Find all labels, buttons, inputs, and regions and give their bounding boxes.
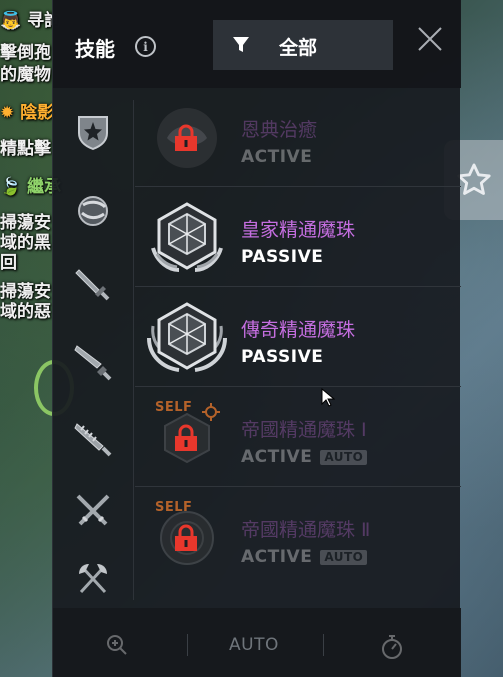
quest-text-line: 掃蕩安: [0, 213, 51, 233]
skill-type: PASSIVE: [241, 347, 324, 367]
shield-icon: [78, 116, 108, 151]
quest-text-line: 的魔物: [0, 65, 51, 85]
skill-name: 帝國精通魔珠 Ⅱ: [241, 519, 371, 541]
quest-text-line: 擊倒孢: [0, 43, 51, 63]
close-button[interactable]: [415, 24, 445, 54]
panel-title: 技能: [75, 37, 115, 61]
dagger-icon: [75, 269, 110, 301]
skill-name: 帝國精通魔珠 Ⅰ: [241, 419, 367, 441]
skill-type-label: ACTIVE: [241, 447, 313, 467]
quest-text-line: ✹ 陰影: [0, 103, 55, 123]
crossed-swords-icon: [76, 494, 110, 526]
stopwatch-icon[interactable]: [380, 634, 404, 660]
category-shield[interactable]: [73, 112, 113, 152]
quest-text-line: 域的惡: [0, 302, 51, 322]
filter-dropdown[interactable]: 全部: [213, 20, 393, 70]
skill-row[interactable]: 恩典治癒 ACTIVE: [135, 88, 461, 187]
serrated-blade-icon: [74, 423, 112, 457]
skill-type: ACTIVE AUTO: [241, 447, 368, 467]
skill-type-label: ACTIVE: [241, 547, 313, 567]
skill-type: ACTIVE AUTO: [241, 547, 368, 567]
panel-footer: AUTO: [53, 608, 461, 677]
sword-icon: [74, 345, 112, 381]
lock-icon: [175, 424, 197, 451]
skill-list: 恩典治癒 ACTIVE 皇家精通魔珠 PASSIVE 傳奇精通魔珠 PASSIV…: [135, 88, 461, 608]
auto-button[interactable]: AUTO: [229, 635, 279, 655]
footer-divider: [323, 634, 324, 656]
skill-name: 傳奇精通魔珠: [241, 319, 356, 341]
auto-badge: AUTO: [320, 449, 368, 465]
skill-panel: 技能 i 全部 恩典治癒 ACTIVE 皇家精通魔珠 PASSIVE 傳奇精通魔…: [52, 0, 461, 677]
close-icon: [418, 27, 442, 51]
category-crossed-axes[interactable]: [73, 558, 113, 598]
category-sword[interactable]: [73, 342, 113, 382]
quest-text-line: 回: [0, 253, 17, 273]
mastery-orb-icon: [147, 302, 227, 372]
quest-text-line: 掃蕩安: [0, 282, 51, 302]
skill-row[interactable]: 皇家精通魔珠 PASSIVE: [135, 188, 461, 287]
crossed-axes-icon: [79, 564, 107, 594]
category-orb[interactable]: [73, 191, 113, 231]
skill-row[interactable]: 傳奇精通魔珠 PASSIVE: [135, 288, 461, 387]
skill-row[interactable]: SELF 帝國精通魔珠 Ⅰ ACTIVE AUTO: [135, 388, 461, 487]
orb-icon: [78, 196, 108, 226]
zoom-in-icon[interactable]: [105, 633, 129, 657]
footer-divider: [187, 634, 188, 656]
skill-name: 恩典治癒: [241, 119, 318, 141]
quest-text-line: 精點擊: [0, 139, 51, 159]
info-icon[interactable]: i: [135, 36, 156, 57]
self-tag: SELF: [155, 400, 193, 415]
category-crossed-swords[interactable]: [73, 491, 113, 531]
quest-text-line: 域的黑: [0, 233, 51, 253]
sidebar-divider: [133, 100, 134, 600]
filter-label: 全部: [279, 37, 318, 59]
lock-icon: [175, 124, 197, 151]
auto-badge: AUTO: [320, 549, 368, 565]
panel-header: 技能 i 全部: [53, 0, 461, 88]
lock-icon: [175, 524, 197, 551]
mastery-orb-icon: [151, 202, 223, 272]
funnel-icon: [233, 37, 249, 52]
skill-type: PASSIVE: [241, 247, 324, 267]
mouse-cursor-icon: [321, 388, 335, 407]
category-sidebar: [53, 88, 133, 608]
skill-name: 皇家精通魔珠: [241, 219, 356, 241]
skill-type: ACTIVE: [241, 147, 313, 167]
category-dagger[interactable]: [73, 264, 113, 304]
self-tag: SELF: [155, 500, 193, 515]
category-serrated-blade[interactable]: [73, 418, 113, 458]
skill-row[interactable]: SELF 帝國精通魔珠 Ⅱ ACTIVE AUTO: [135, 488, 461, 587]
